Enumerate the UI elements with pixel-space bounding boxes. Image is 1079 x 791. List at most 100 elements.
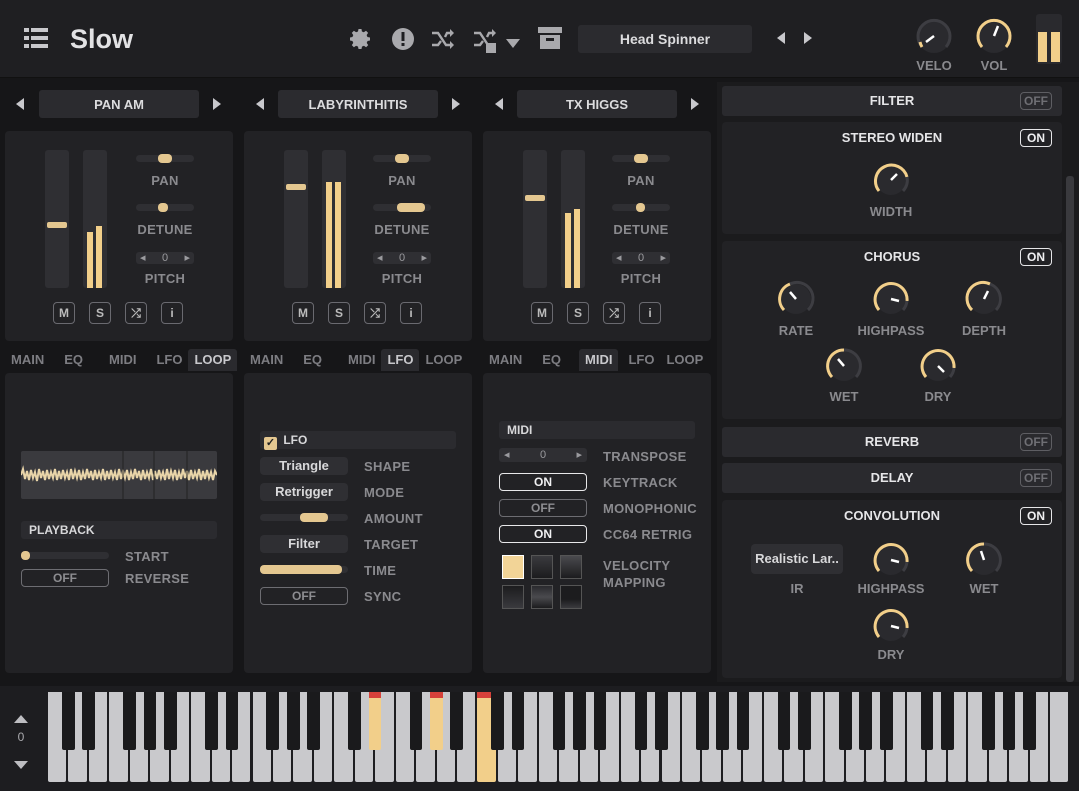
pause-icon[interactable]	[1036, 14, 1062, 64]
chorus-highpass-knob[interactable]	[871, 279, 911, 319]
midi-retrig-toggle[interactable]: ON	[499, 525, 587, 543]
midi-transpose-stepper[interactable]: ◂ 0 ▸	[499, 448, 587, 462]
layer1-info-icon[interactable]: i	[161, 302, 183, 324]
layer1-pitch-stepper[interactable]: ◂ 0 ▸	[136, 252, 194, 264]
layer3-info-icon[interactable]: i	[639, 302, 661, 324]
layer3-shuffle-icon[interactable]: ⤮	[603, 302, 625, 324]
fx-convolution-toggle[interactable]: ON	[1020, 507, 1052, 525]
pitch-decrement-icon[interactable]: ◂	[140, 252, 146, 264]
layer2-next-icon[interactable]	[452, 98, 460, 110]
black-key[interactable]	[491, 692, 505, 750]
black-key[interactable]	[593, 692, 607, 750]
black-key[interactable]	[839, 692, 852, 750]
velocity-curve-6[interactable]	[560, 585, 582, 609]
transpose-decrement-icon[interactable]: ◂	[504, 448, 510, 462]
chorus-wet-knob[interactable]	[824, 346, 864, 386]
black-key[interactable]	[286, 692, 300, 750]
layer1-pan-slider[interactable]	[136, 154, 194, 163]
chevron-left-icon[interactable]	[777, 32, 785, 44]
layer3-mute-button[interactable]: M	[531, 302, 553, 324]
chorus-rate-knob[interactable]	[776, 279, 816, 319]
effects-scrollbar[interactable]	[1066, 176, 1074, 682]
fx-filter-toggle[interactable]: OFF	[1020, 92, 1052, 110]
layer1-detune-slider[interactable]	[136, 203, 194, 212]
layer1-prev-icon[interactable]	[16, 98, 24, 110]
layer2-prev-icon[interactable]	[256, 98, 264, 110]
black-key[interactable]	[430, 692, 443, 750]
layer2-volume-fader[interactable]	[284, 150, 308, 288]
layer2-mute-button[interactable]: M	[292, 302, 314, 324]
black-key[interactable]	[225, 692, 239, 750]
convolution-ir-select[interactable]: Realistic Lar..	[751, 544, 843, 574]
tab-lfo[interactable]: LFO	[142, 349, 188, 371]
black-key[interactable]	[777, 692, 791, 750]
layer1-reverse-toggle[interactable]: OFF	[21, 569, 109, 587]
preset-name-display[interactable]: Head Spinner	[578, 25, 752, 53]
tab-main[interactable]: MAIN	[483, 349, 528, 371]
black-key[interactable]	[368, 692, 382, 750]
tab-midi[interactable]: MIDI	[579, 349, 619, 371]
layer3-name[interactable]: TX HIGGS	[517, 90, 677, 118]
layer3-solo-button[interactable]: S	[567, 302, 589, 324]
layer1-shuffle-icon[interactable]: ⤮	[125, 302, 147, 324]
black-key[interactable]	[348, 692, 361, 750]
fx-chorus-toggle[interactable]: ON	[1020, 248, 1052, 266]
layer3-next-icon[interactable]	[691, 98, 699, 110]
tab-loop[interactable]: LOOP	[419, 349, 468, 371]
velocity-curve-1[interactable]	[502, 555, 524, 579]
black-key[interactable]	[736, 692, 750, 750]
velocity-curve-5[interactable]	[531, 585, 553, 609]
lfo-sync-toggle[interactable]: OFF	[260, 587, 348, 605]
lfo-shape-select[interactable]: Triangle	[260, 457, 348, 475]
tab-main[interactable]: MAIN	[5, 349, 50, 371]
black-key[interactable]	[511, 692, 525, 750]
black-key[interactable]	[61, 692, 75, 750]
black-key[interactable]	[1002, 692, 1016, 750]
alert-icon[interactable]	[391, 27, 415, 56]
pitch-increment-icon[interactable]: ▸	[660, 252, 666, 264]
fx-reverb-toggle[interactable]: OFF	[1020, 433, 1052, 451]
black-key[interactable]	[716, 692, 729, 750]
layer3-volume-fader[interactable]	[523, 150, 547, 288]
pitch-increment-icon[interactable]: ▸	[421, 252, 427, 264]
layer2-detune-slider[interactable]	[373, 203, 431, 212]
tab-eq[interactable]: EQ	[50, 349, 89, 371]
black-key[interactable]	[695, 692, 709, 750]
tab-loop[interactable]: LOOP	[188, 349, 238, 371]
chevron-down-icon[interactable]	[506, 35, 520, 53]
layer1-mute-button[interactable]: M	[53, 302, 75, 324]
layer3-detune-slider[interactable]	[612, 203, 670, 212]
layer3-pan-slider[interactable]	[612, 154, 670, 163]
transpose-increment-icon[interactable]: ▸	[576, 448, 582, 462]
pitch-increment-icon[interactable]: ▸	[184, 252, 190, 264]
velo-knob[interactable]	[914, 16, 954, 61]
tab-lfo[interactable]: LFO	[618, 349, 660, 371]
tab-midi[interactable]: MIDI	[328, 349, 381, 371]
white-key[interactable]	[1050, 692, 1069, 782]
layer1-name[interactable]: PAN AM	[39, 90, 199, 118]
black-key[interactable]	[164, 692, 177, 750]
black-key[interactable]	[123, 692, 136, 750]
archive-icon[interactable]	[538, 27, 562, 54]
convolution-dry-knob[interactable]	[871, 606, 911, 646]
pitch-decrement-icon[interactable]: ◂	[377, 252, 383, 264]
midi-keytrack-toggle[interactable]: ON	[499, 473, 587, 491]
black-key[interactable]	[941, 692, 954, 750]
black-key[interactable]	[552, 692, 566, 750]
midi-mono-toggle[interactable]: OFF	[499, 499, 587, 517]
lfo-mode-select[interactable]: Retrigger	[260, 483, 348, 501]
layer2-shuffle-icon[interactable]: ⤮	[364, 302, 386, 324]
black-key[interactable]	[307, 692, 320, 750]
black-key[interactable]	[143, 692, 157, 750]
convolution-wet-knob[interactable]	[964, 540, 1004, 580]
random-icon[interactable]	[430, 27, 456, 56]
layer1-waveform[interactable]	[20, 451, 218, 499]
tab-main[interactable]: MAIN	[244, 349, 289, 371]
layer1-next-icon[interactable]	[213, 98, 221, 110]
octave-up-icon[interactable]	[14, 710, 28, 728]
chorus-dry-knob[interactable]	[918, 346, 958, 386]
black-key[interactable]	[920, 692, 934, 750]
layer1-start-slider[interactable]	[21, 551, 109, 560]
lfo-time-slider[interactable]	[260, 565, 348, 574]
fx-delay-toggle[interactable]: OFF	[1020, 469, 1052, 487]
